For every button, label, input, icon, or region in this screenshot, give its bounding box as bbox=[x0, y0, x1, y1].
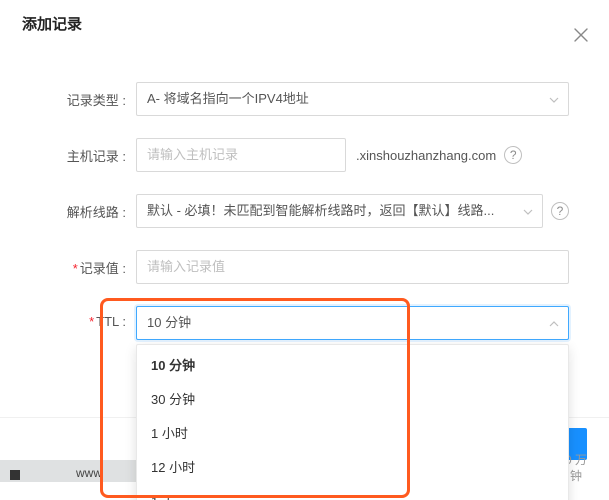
close-button[interactable] bbox=[573, 14, 593, 34]
row-value: *记录值 : 请输入记录值 bbox=[40, 250, 569, 284]
chevron-down-icon bbox=[549, 83, 559, 115]
row-ttl: *TTL : 10 分钟 10 分钟 30 分钟 1 小时 12 小时 1 天 bbox=[40, 306, 569, 340]
dialog-title: 添加记录 bbox=[22, 16, 82, 33]
input-host-placeholder: 请输入主机记录 bbox=[147, 139, 238, 171]
label-line: 解析线路 : bbox=[40, 202, 136, 221]
help-line[interactable]: ? bbox=[551, 202, 569, 220]
chevron-up-icon bbox=[549, 307, 559, 339]
ttl-dropdown: 10 分钟 30 分钟 1 小时 12 小时 1 天 bbox=[136, 344, 569, 500]
select-line[interactable]: 默认 - 必填！未匹配到智能解析线路时，返回【默认】线路... bbox=[136, 194, 543, 228]
chevron-down-icon bbox=[523, 195, 533, 227]
label-record-type: 记录类型 : bbox=[40, 90, 136, 109]
question-icon: ? bbox=[510, 148, 517, 162]
ttl-option[interactable]: 1 小时 bbox=[137, 417, 568, 451]
label-ttl: *TTL : bbox=[40, 306, 136, 329]
field-ttl: 10 分钟 10 分钟 30 分钟 1 小时 12 小时 1 天 bbox=[136, 306, 569, 340]
help-host[interactable]: ? bbox=[504, 146, 522, 164]
ttl-option[interactable]: 1 天 bbox=[137, 485, 568, 500]
dialog-header: 添加记录 bbox=[0, 0, 609, 50]
select-line-value: 默认 - 必填！未匹配到智能解析线路时，返回【默认】线路... bbox=[147, 195, 494, 227]
select-ttl-value: 10 分钟 bbox=[147, 315, 191, 330]
label-ttl-text: TTL : bbox=[96, 314, 126, 329]
select-record-type[interactable]: A- 将域名指向一个IPV4地址 bbox=[136, 82, 569, 116]
label-value: *记录值 : bbox=[40, 258, 136, 277]
bg-square bbox=[10, 470, 20, 480]
ttl-option[interactable]: 30 分钟 bbox=[137, 383, 568, 417]
domain-suffix: .xinshouzhanzhang.com bbox=[356, 148, 496, 163]
field-value: 请输入记录值 bbox=[136, 250, 569, 284]
close-icon bbox=[573, 27, 589, 43]
input-host[interactable]: 请输入主机记录 bbox=[136, 138, 346, 172]
label-value-text: 记录值 : bbox=[80, 261, 126, 276]
add-record-dialog: 添加记录 记录类型 : A- 将域名指向一个IPV4地址 主机记录 : bbox=[0, 0, 609, 500]
input-value[interactable]: 请输入记录值 bbox=[136, 250, 569, 284]
bg-www-text: www bbox=[76, 466, 102, 480]
select-record-type-value: A- 将域名指向一个IPV4地址 bbox=[147, 83, 309, 115]
dialog-body: 记录类型 : A- 将域名指向一个IPV4地址 主机记录 : 请输入主机记录 .… bbox=[0, 50, 609, 340]
select-ttl[interactable]: 10 分钟 bbox=[136, 306, 569, 340]
label-host: 主机记录 : bbox=[40, 146, 136, 165]
ttl-option[interactable]: 12 小时 bbox=[137, 451, 568, 485]
field-record-type: A- 将域名指向一个IPV4地址 bbox=[136, 82, 569, 116]
field-line: 默认 - 必填！未匹配到智能解析线路时，返回【默认】线路... bbox=[136, 194, 543, 228]
row-line: 解析线路 : 默认 - 必填！未匹配到智能解析线路时，返回【默认】线路... ? bbox=[40, 194, 569, 228]
row-record-type: 记录类型 : A- 将域名指向一个IPV4地址 bbox=[40, 82, 569, 116]
ttl-option[interactable]: 10 分钟 bbox=[137, 349, 568, 383]
bg-right-text-2: 钟 bbox=[570, 467, 582, 484]
question-icon: ? bbox=[557, 204, 564, 218]
input-value-placeholder: 请输入记录值 bbox=[147, 251, 225, 283]
row-host: 主机记录 : 请输入主机记录 .xinshouzhanzhang.com ? bbox=[40, 138, 569, 172]
field-host: 请输入主机记录 bbox=[136, 138, 346, 172]
